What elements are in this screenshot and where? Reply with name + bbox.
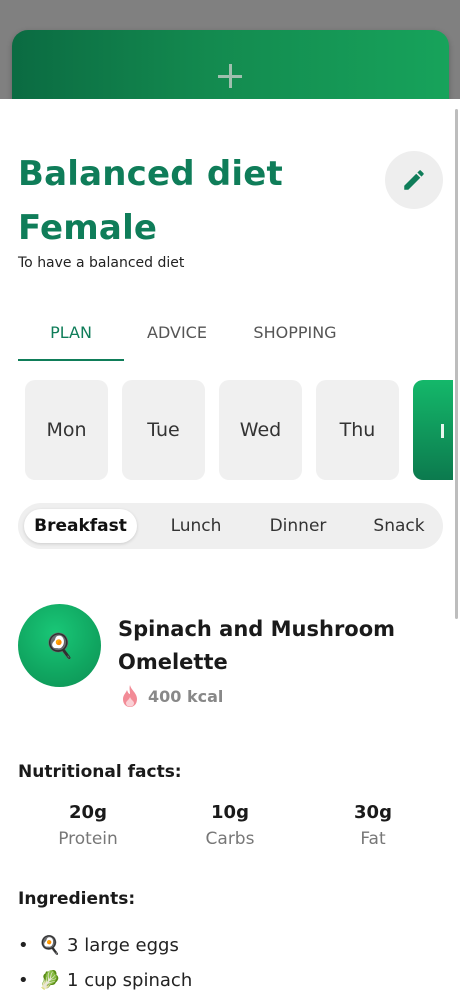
day-mon[interactable]: Mon (25, 380, 108, 480)
meal-breakfast[interactable]: Breakfast (24, 509, 137, 543)
title-line-2: Female (18, 208, 158, 248)
meal-snack[interactable]: Snack (352, 509, 446, 543)
tab-plan[interactable]: PLAN (18, 319, 124, 361)
tab-shopping[interactable]: SHOPPING (240, 319, 350, 361)
title-line-1: Balanced diet (18, 154, 283, 194)
diet-plan-sheet: Balanced diet Female To have a balanced … (0, 99, 460, 1000)
nutrition-fat: 30g Fat (303, 802, 443, 854)
nutrition-protein: 20g Protein (18, 802, 158, 854)
meal-dinner[interactable]: Dinner (250, 509, 346, 543)
day-wed[interactable]: Wed (219, 380, 302, 480)
ingredient-item: • 🥬 1 cup spinach (18, 970, 192, 991)
ingredient-text: 3 large eggs (67, 935, 179, 956)
ingredient-text: 1 cup spinach (67, 970, 193, 991)
plan-subtitle: To have a balanced diet (18, 255, 185, 271)
protein-value: 20g (69, 802, 107, 823)
ingredients-heading: Ingredients: (18, 889, 136, 909)
meal-selector: Breakfast Lunch Dinner Snack (18, 503, 443, 549)
meal-lunch[interactable]: Lunch (148, 509, 244, 543)
flame-icon (123, 685, 137, 707)
frying-pan-egg-icon: 🍳 (44, 631, 75, 660)
bullet-icon: • (18, 935, 29, 956)
plan-tabs: PLAN ADVICE SHOPPING (18, 319, 443, 361)
ingredient-item: • 🍳 3 large eggs (18, 935, 179, 956)
nutrition-carbs: 10g Carbs (160, 802, 300, 854)
fat-label: Fat (360, 829, 386, 849)
ingredient-emoji-icon: 🥬 (38, 970, 62, 991)
nutrition-heading: Nutritional facts: (18, 762, 182, 782)
day-tue[interactable]: Tue (122, 380, 205, 480)
page-title: Balanced diet Female (18, 147, 283, 255)
protein-label: Protein (58, 829, 118, 849)
fat-value: 30g (354, 802, 392, 823)
bullet-icon: • (18, 970, 29, 991)
recipe-calories: 400 kcal (120, 683, 223, 709)
pencil-icon (404, 170, 424, 190)
calories-value: 400 kcal (148, 686, 224, 706)
day-selector: Mon Tue Wed Thu (25, 380, 460, 480)
plus-icon (210, 56, 250, 96)
ingredient-emoji-icon: 🍳 (38, 935, 62, 956)
scrollbar[interactable] (455, 109, 458, 619)
carbs-value: 10g (211, 802, 249, 823)
recipe-name[interactable]: Spinach and Mushroom Omelette (118, 613, 428, 679)
recipe-icon: 🍳 (18, 604, 101, 687)
edit-button[interactable] (385, 151, 443, 209)
day-thu[interactable]: Thu (316, 380, 399, 480)
tab-advice[interactable]: ADVICE (130, 319, 224, 361)
day-selected-partial[interactable] (413, 380, 453, 480)
carbs-label: Carbs (205, 829, 255, 849)
